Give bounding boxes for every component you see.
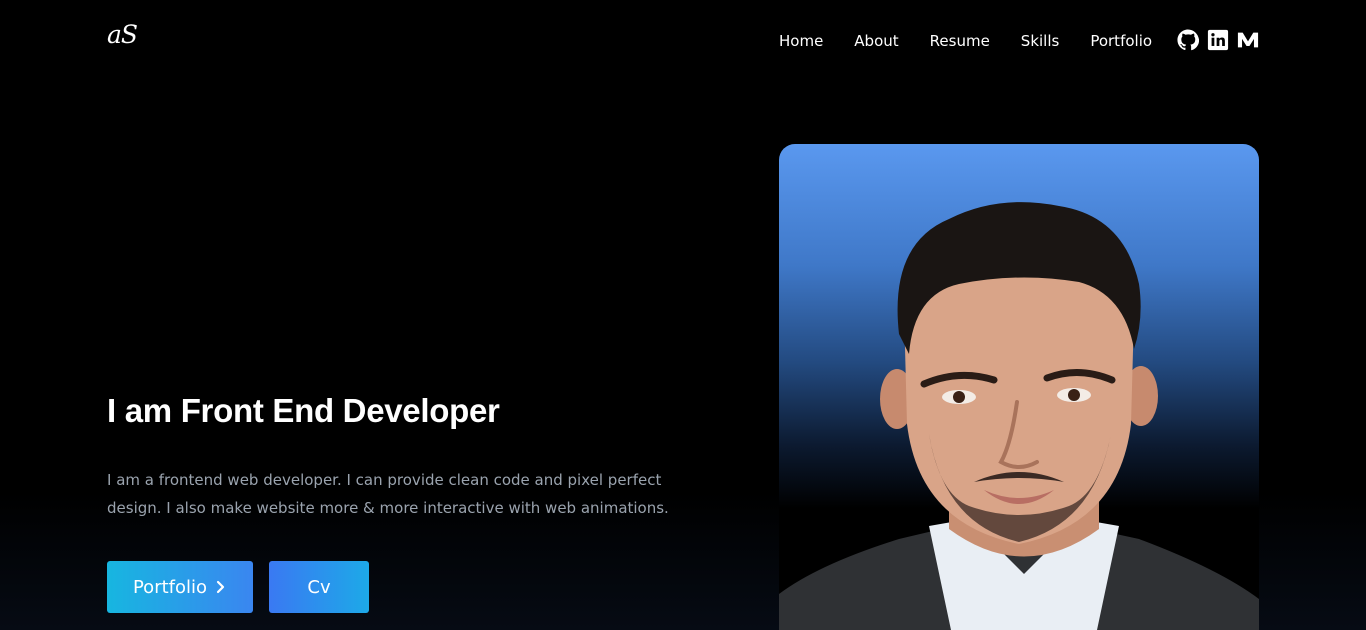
- profile-photo: [779, 144, 1259, 630]
- nav-link-home[interactable]: Home: [779, 30, 823, 52]
- medium-icon[interactable]: [1237, 29, 1259, 51]
- main-nav: Home About Resume Skills Portfolio: [779, 29, 1152, 53]
- chevron-right-icon: [216, 580, 225, 594]
- nav-link-about[interactable]: About: [854, 30, 898, 52]
- nav-link-skills[interactable]: Skills: [1021, 30, 1060, 52]
- portfolio-button-label: Portfolio: [132, 576, 208, 598]
- site-logo[interactable]: aS: [107, 20, 138, 49]
- nav-link-portfolio[interactable]: Portfolio: [1090, 30, 1152, 52]
- profile-portrait-illustration: [779, 202, 1259, 630]
- portfolio-button[interactable]: Portfolio: [107, 561, 253, 613]
- hero-title: I am Front End Developer: [107, 392, 500, 429]
- github-icon[interactable]: [1177, 29, 1199, 51]
- site-header: aS Home About Resume Skills Portfolio: [0, 0, 1366, 80]
- social-links: [1177, 29, 1259, 51]
- nav-link-resume[interactable]: Resume: [930, 30, 990, 52]
- linkedin-icon[interactable]: [1207, 29, 1229, 51]
- cv-button[interactable]: Cv: [269, 561, 369, 613]
- cv-button-label: Cv: [307, 576, 331, 598]
- hero-description: I am a frontend web developer. I can pro…: [107, 471, 669, 517]
